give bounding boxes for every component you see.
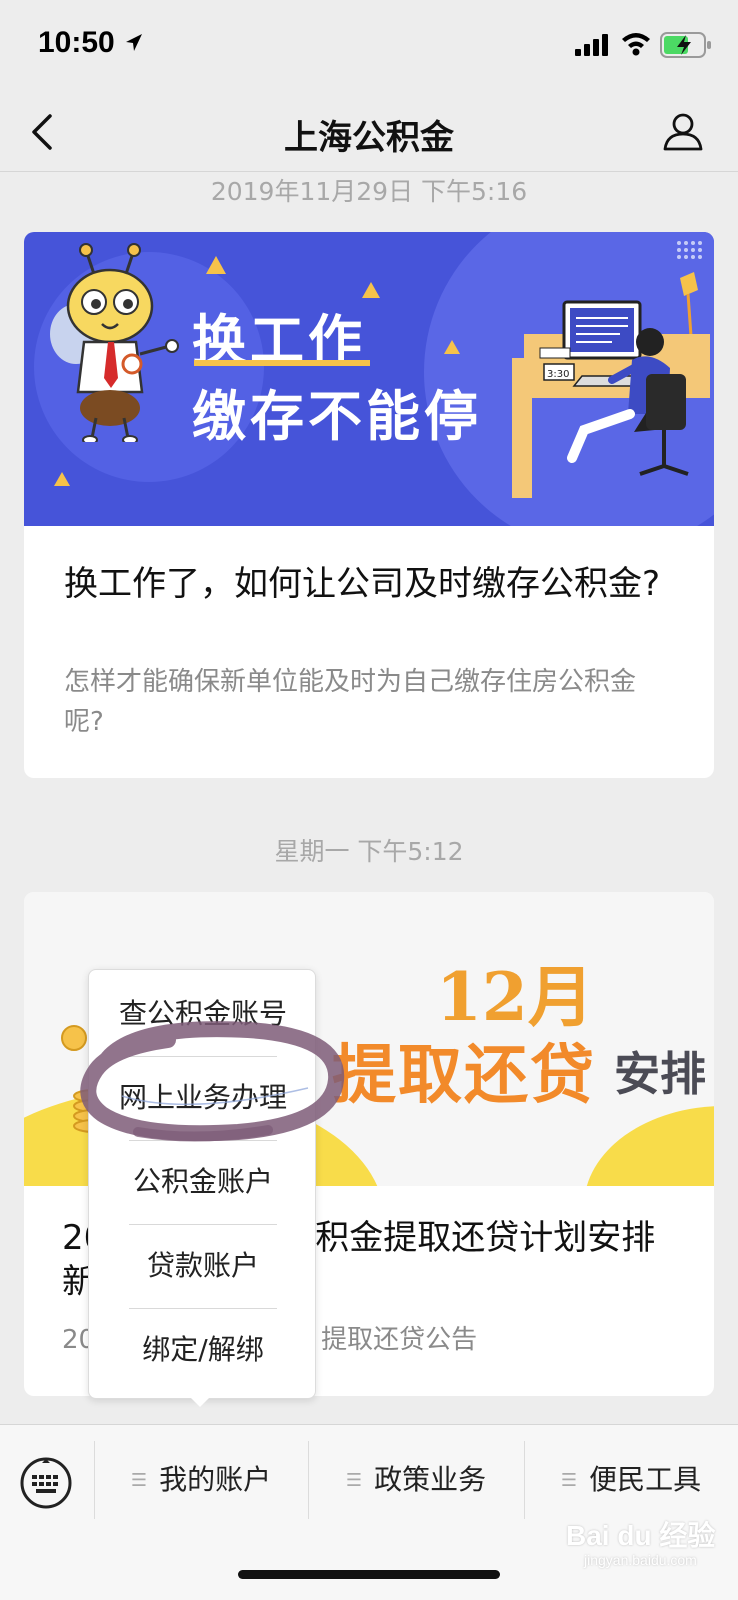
profile-icon[interactable]: [662, 110, 704, 152]
menu-lines-icon: ☰: [130, 1470, 148, 1491]
battery-charging-icon: [660, 32, 711, 58]
bottom-menu-my-account[interactable]: ☰ 我的账户: [94, 1445, 308, 1515]
article-description-right: 提取还贷公告: [321, 1325, 478, 1355]
bee-mascot-icon: [50, 243, 179, 442]
watermark-url: jingyan.baidu.com: [584, 1552, 697, 1568]
article-description: 怎样才能确保新单位能及时为自己缴存住房公积金呢?: [64, 667, 637, 737]
menu-item-loan-account[interactable]: 贷款账户: [89, 1224, 317, 1308]
article-title-right: 积金提取还贷计划安排: [315, 1218, 656, 1258]
home-indicator[interactable]: [238, 1570, 500, 1579]
triangle-decor-icon: [444, 340, 460, 354]
article-banner: 换工作 缴存不能停 3:30: [24, 232, 714, 526]
nav-bar: 上海公积金: [0, 92, 738, 172]
article-title: 换工作了，如何让公司及时缴存公积金?: [64, 564, 661, 604]
wifi-icon: [622, 33, 650, 56]
banner-headline: 提取还贷: [332, 1039, 596, 1113]
location-arrow-icon: [126, 34, 142, 51]
menu-lines-icon: ☰: [345, 1470, 363, 1491]
triangle-decor-icon: [206, 256, 226, 274]
menu-item-bind-unbind[interactable]: 绑定/解绑: [89, 1308, 317, 1392]
page-title: 上海公积金: [284, 118, 454, 158]
menu-lines-icon: ☰: [560, 1470, 578, 1491]
dots-pattern-icon: [677, 241, 702, 259]
bottom-menu-policy-services[interactable]: ☰ 政策业务: [308, 1445, 524, 1515]
keyboard-toggle-icon[interactable]: [18, 1453, 74, 1509]
status-bar: 10:50: [0, 0, 738, 92]
baidu-jingyan-watermark: Bai du 经验: [566, 1520, 716, 1551]
popup-pointer: [190, 1397, 210, 1407]
banner-headline-2: 缴存不能停: [192, 385, 482, 448]
office-worker-illustration-icon: 3:30: [512, 272, 710, 498]
cellular-signal-icon: [575, 34, 608, 56]
article-card[interactable]: 换工作 缴存不能停 3:30 换工作了，如何让公司及时缴存公积金? 怎样才能确保…: [24, 232, 714, 778]
banner-underline: [194, 360, 370, 366]
message-timestamp: 2019年11月29日 下午5:16: [210, 177, 528, 206]
desk-clock-text: 3:30: [547, 369, 569, 380]
bottom-menu-convenience-tools[interactable]: ☰ 便民工具: [524, 1445, 738, 1515]
highlight-circle-annotation: [80, 1021, 345, 1142]
message-timestamp: 星期一 下午5:12: [274, 837, 464, 866]
banner-subheadline: 安排: [614, 1047, 706, 1101]
status-time: 10:50: [38, 26, 115, 59]
triangle-decor-icon: [54, 472, 70, 486]
